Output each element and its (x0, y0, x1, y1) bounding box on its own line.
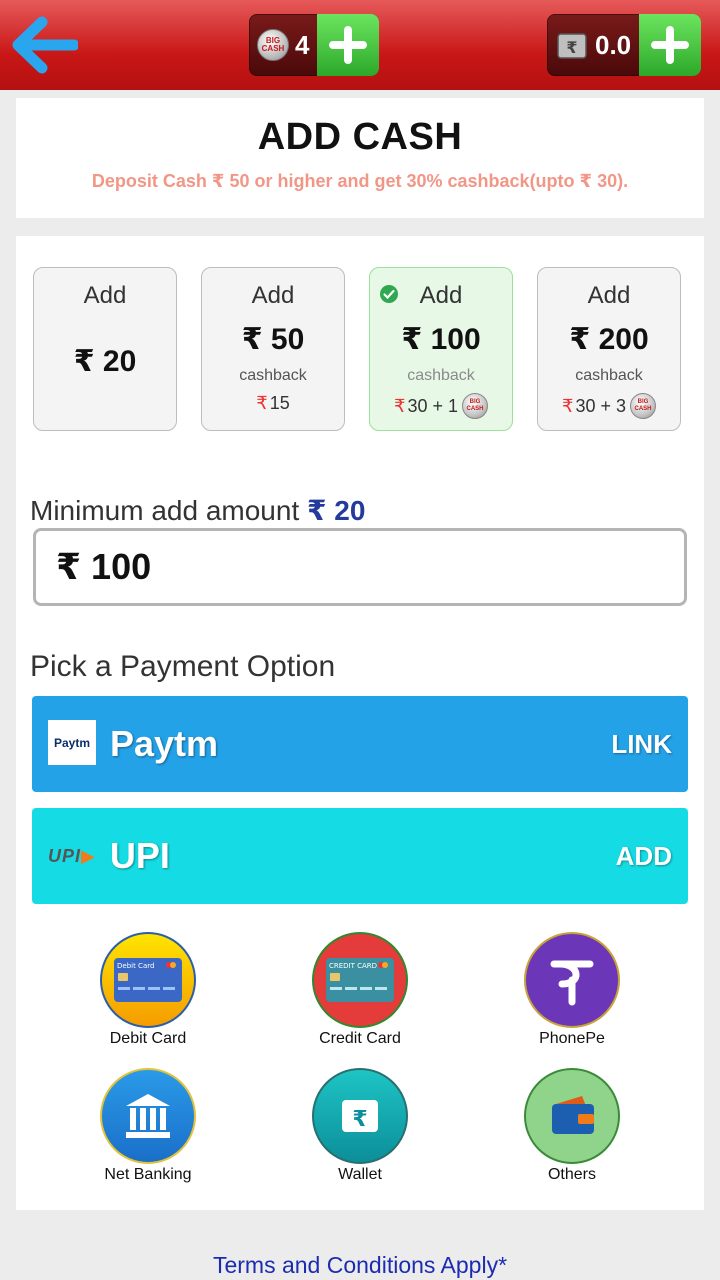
page-title: ADD CASH (257, 116, 463, 158)
wallet-option[interactable]: ₹ Wallet (280, 1068, 440, 1184)
big-cash-coin-icon: BIG CASH (462, 393, 488, 419)
amount-value: ₹ 50 (241, 323, 305, 356)
phonepe-label: PhonePe (539, 1030, 605, 1047)
others-label: Others (547, 1166, 596, 1183)
back-arrow-icon[interactable] (12, 14, 80, 76)
cashback-bonus: ₹ 15 (202, 393, 344, 414)
wallet-amount: 0.0 (595, 29, 632, 60)
svg-text:Debit Card: Debit Card (117, 962, 154, 970)
add-cash-header-card: ADD CASH Deposit Cash ₹ 50 or higher and… (16, 98, 704, 218)
rupee-symbol: ₹ (562, 395, 574, 416)
svg-text:₹: ₹ (566, 38, 577, 57)
plus-icon (651, 26, 690, 64)
cashback-bonus: ₹ 30 + 1 BIG CASH (370, 393, 512, 419)
add-wallet-cash-button[interactable] (639, 14, 702, 76)
phonepe-option[interactable]: PhonePe (492, 932, 652, 1048)
svg-text:₹: ₹ (352, 1107, 367, 1132)
minimum-amount-label: Minimum add amount ₹ 20 (30, 494, 365, 527)
debit-card-label: Debit Card (109, 1030, 187, 1047)
wallet-purse-icon (524, 1068, 620, 1164)
minimum-amount-value: ₹ 20 (307, 495, 366, 526)
net-banking-label: Net Banking (104, 1166, 192, 1183)
payment-section-title: Pick a Payment Option (30, 650, 336, 683)
paytm-logo-icon: Paytm (48, 720, 96, 768)
big-cash-balance: BIG CASH 4 (249, 14, 380, 76)
bonus-value: 30 + 1 (407, 395, 458, 416)
rupee-symbol: ₹ (394, 395, 406, 416)
add-label: Add (251, 282, 295, 309)
cashback-label: cashback (407, 367, 475, 384)
cashback-label: cashback (575, 367, 643, 384)
big-cash-coin-icon: BIG CASH (630, 393, 656, 419)
cashback-label: cashback (239, 367, 307, 384)
add-cash-panel: Add ₹ 20 Add ₹ 50 cashback ₹ 15 Add ₹ 10… (16, 236, 704, 1210)
selected-check-icon (380, 285, 398, 303)
svg-text:CREDIT CARD: CREDIT CARD (329, 962, 377, 970)
debit-card-icon: Debit Card (100, 932, 196, 1028)
big-cash-coin-icon: BIG CASH (257, 29, 289, 61)
upi-add-label: ADD (615, 840, 672, 871)
cashback-bonus: ₹ 30 + 3 BIG CASH (538, 393, 680, 419)
bonus-value: 30 + 3 (575, 395, 626, 416)
wallet-icon: ₹ (312, 1068, 408, 1164)
add-label: Add (83, 282, 127, 309)
plus-icon (329, 26, 368, 64)
upi-button[interactable]: UPI▶ UPI ADD (32, 808, 688, 904)
amount-value: ₹ 200 (569, 323, 649, 356)
amount-value: ₹ 100 (401, 323, 481, 356)
cashback-promo-text: Deposit Cash ₹ 50 or higher and get 30% … (91, 171, 629, 191)
net-banking-option[interactable]: Net Banking (68, 1068, 228, 1184)
rupee-symbol: ₹ (256, 393, 268, 413)
amount-option-200[interactable]: Add ₹ 200 cashback ₹ 30 + 3 BIG CASH (537, 267, 681, 431)
paytm-label: Paytm (110, 723, 219, 764)
terms-link[interactable]: Terms and Conditions Apply* (0, 1252, 720, 1279)
amount-option-20[interactable]: Add ₹ 20 (33, 267, 177, 431)
wallet-label: Wallet (338, 1166, 382, 1183)
wallet-balance: ₹ 0.0 (547, 14, 702, 76)
others-option[interactable]: Others (492, 1068, 652, 1184)
amount-option-50[interactable]: Add ₹ 50 cashback ₹ 15 (201, 267, 345, 431)
paytm-button[interactable]: Paytm Paytm LINK (32, 696, 688, 792)
add-big-cash-button[interactable] (317, 14, 380, 76)
big-cash-count: 4 (295, 29, 310, 60)
debit-card-option[interactable]: Debit Card Debit Card (68, 932, 228, 1048)
credit-card-icon: CREDIT CARD (312, 932, 408, 1028)
paytm-link-label: LINK (611, 728, 672, 759)
credit-card-option[interactable]: CREDIT CARD Credit Card (280, 932, 440, 1048)
upi-logo-icon: UPI▶ (48, 845, 96, 866)
bank-icon (100, 1068, 196, 1164)
amount-option-100[interactable]: Add ₹ 100 cashback ₹ 30 + 1 BIG CASH (369, 267, 513, 431)
top-bar: BIG CASH 4 ₹ 0.0 (0, 0, 720, 90)
minimum-amount-text: Minimum add amount (30, 495, 300, 526)
amount-input[interactable]: ₹ 100 (33, 528, 687, 606)
phonepe-icon (524, 932, 620, 1028)
bonus-value: 15 (269, 393, 290, 413)
credit-card-label: Credit Card (319, 1030, 401, 1047)
rupee-wallet-icon: ₹ (557, 33, 587, 59)
add-label: Add (587, 282, 631, 309)
amount-value: ₹ 20 (73, 345, 137, 378)
upi-label: UPI (109, 835, 170, 876)
